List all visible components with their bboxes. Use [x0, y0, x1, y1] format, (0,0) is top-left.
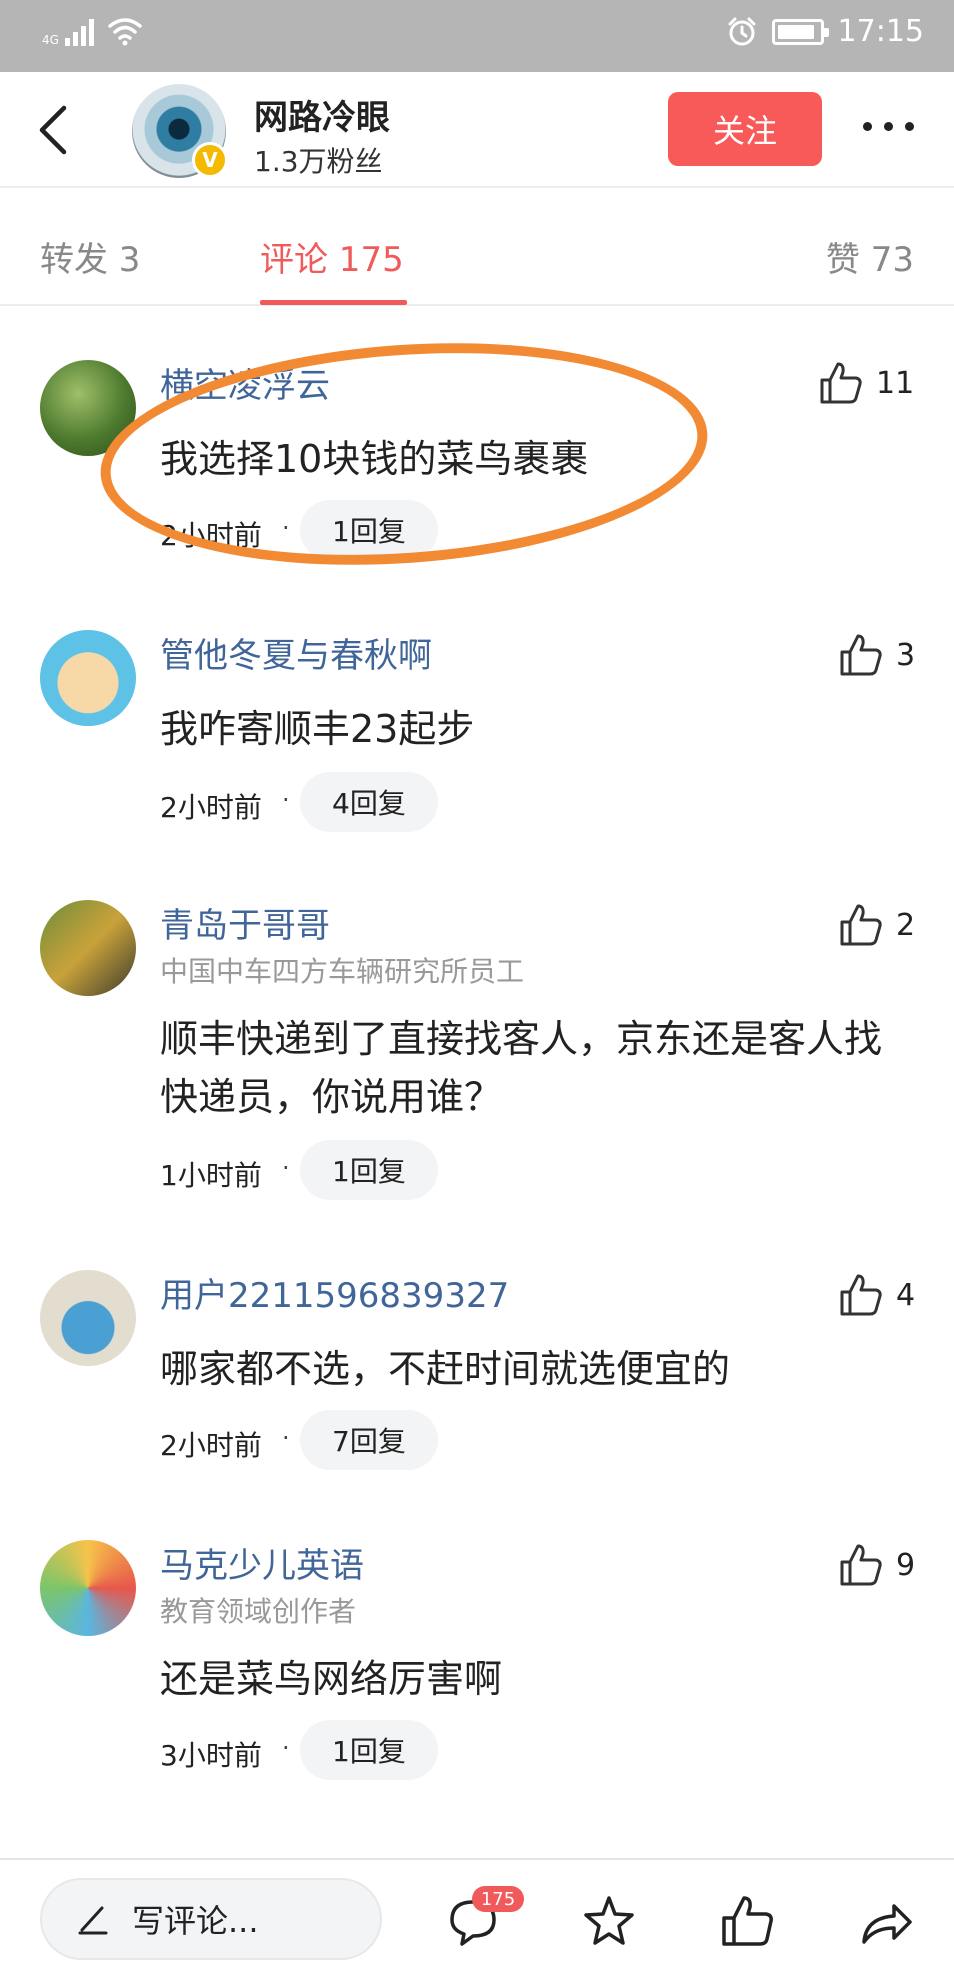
comment-text: 我咋寄顺丰23起步	[160, 707, 475, 751]
reply-count-button[interactable]: 4回复	[300, 772, 438, 832]
network-type: 4G	[42, 33, 59, 47]
commenter-name[interactable]: 用户2211596839327	[160, 1268, 509, 1317]
like-count: 3	[896, 637, 916, 673]
commenter-avatar[interactable]	[40, 1270, 136, 1366]
like-button[interactable]: 2	[838, 902, 915, 948]
tab-forward[interactable]: 转发 3	[40, 232, 140, 281]
reply-count-button[interactable]: 1回复	[300, 1140, 438, 1200]
author-fans: 1.3万粉丝	[254, 145, 383, 178]
tab-likes[interactable]: 赞 73	[826, 232, 914, 281]
like-count: 2	[896, 907, 916, 943]
signal-icon	[64, 18, 94, 46]
star-icon	[584, 1896, 634, 1945]
thumbs-up-icon	[840, 1544, 882, 1586]
like-button[interactable]: 3	[838, 632, 915, 678]
more-dots-icon[interactable]	[863, 122, 914, 131]
commenter-title: 中国中车四方车辆研究所员工	[160, 955, 525, 988]
like-count: 11	[876, 365, 915, 401]
active-tab-indicator	[260, 300, 407, 305]
author-name[interactable]: 网路冷眼	[254, 90, 390, 139]
share-icon	[862, 1904, 912, 1944]
verified-badge: V	[192, 142, 228, 178]
write-comment-label: 写评论...	[132, 1902, 259, 1940]
comment-time: 2小时前	[160, 1429, 262, 1462]
like-count: 4	[896, 1277, 916, 1313]
pencil-icon	[78, 1906, 108, 1935]
commenter-avatar[interactable]	[40, 630, 136, 726]
thumbs-up-icon	[722, 1896, 773, 1946]
commenter-avatar[interactable]	[40, 1540, 136, 1636]
thumbs-up-icon	[840, 1274, 882, 1316]
wifi-icon	[108, 18, 142, 46]
article-header: V 网路冷眼 1.3万粉丝 关注	[0, 72, 954, 188]
write-comment-input[interactable]: 写评论...	[40, 1878, 382, 1960]
reply-count-button[interactable]: 1回复	[300, 1720, 438, 1780]
comment-text: 哪家都不选，不赶时间就选便宜的	[160, 1347, 731, 1391]
share-button[interactable]	[856, 1892, 914, 1950]
status-left: 4G	[42, 16, 142, 46]
comment-text: 顺丰快递到了直接找客人，京东还是客人找快递员，你说用谁？	[160, 1017, 883, 1119]
clock: 17:15	[837, 14, 924, 49]
like-count: 9	[896, 1547, 916, 1583]
commenter-name[interactable]: 马克少儿英语	[160, 1538, 364, 1587]
like-button[interactable]: 9	[838, 1542, 915, 1588]
comment-text: 还是菜鸟网络厉害啊	[160, 1657, 503, 1701]
commenter-name[interactable]: 青岛于哥哥	[160, 898, 330, 947]
thumbs-up-icon	[840, 904, 882, 946]
separator-dot: ·	[282, 1154, 290, 1182]
reply-count-button[interactable]: 7回复	[300, 1410, 438, 1470]
like-button[interactable]: 4	[838, 1272, 915, 1318]
battery-icon	[771, 18, 829, 45]
separator-dot: ·	[282, 1424, 290, 1452]
thumbs-up-icon	[840, 634, 882, 676]
comment-tabs: 转发 3 评论 175 赞 73	[0, 190, 954, 306]
alarm-icon	[728, 17, 756, 45]
separator-dot: ·	[282, 1734, 290, 1762]
comment-count-badge: 175	[472, 1886, 524, 1912]
status-bar: 4G 17:15	[0, 0, 954, 72]
status-right: 17:15	[726, 14, 924, 49]
like-button[interactable]: 11	[818, 360, 914, 406]
commenter-avatar[interactable]	[40, 900, 136, 996]
commenter-name[interactable]: 管他冬夏与春秋啊	[160, 628, 432, 677]
bottom-action-bar: 写评论... 175	[0, 1858, 954, 1979]
tab-comments[interactable]: 评论 175	[260, 232, 404, 281]
follow-button[interactable]: 关注	[668, 92, 822, 166]
comment-time: 1小时前	[160, 1159, 262, 1192]
like-article-button[interactable]	[718, 1892, 776, 1950]
separator-dot: ·	[282, 786, 290, 814]
thumbs-up-icon	[820, 362, 862, 404]
comment-time: 3小时前	[160, 1739, 262, 1772]
back-arrow-icon[interactable]	[30, 100, 80, 160]
commenter-title: 教育领域创作者	[160, 1595, 357, 1628]
comment-time: 2小时前	[160, 791, 262, 824]
favorite-button[interactable]	[580, 1892, 638, 1950]
